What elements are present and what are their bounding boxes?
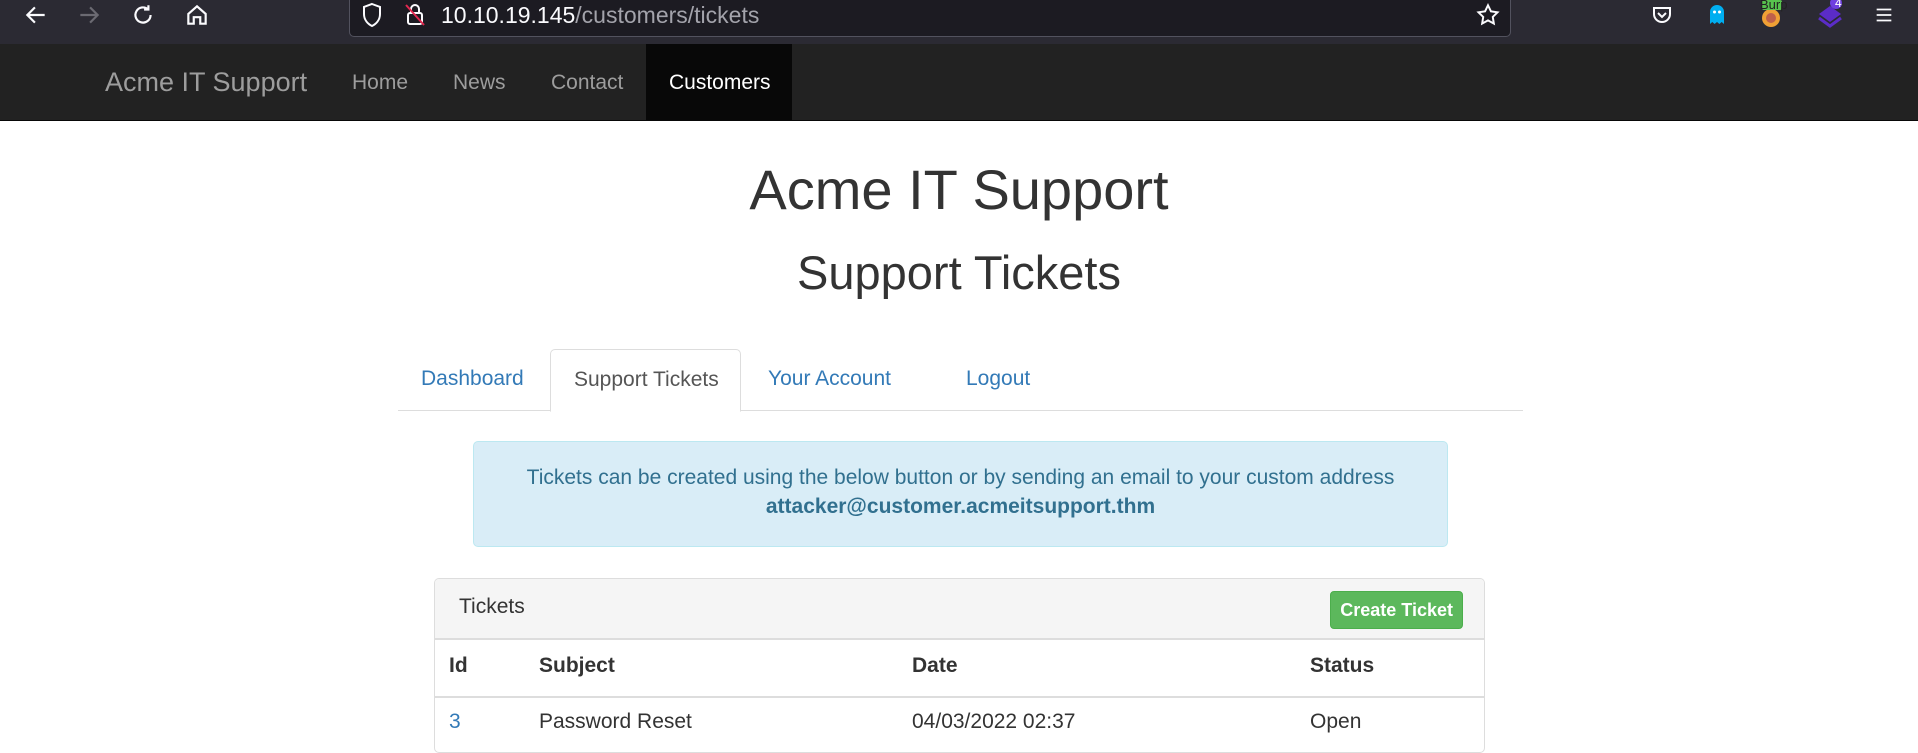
url-path: /customers/tickets — [575, 2, 760, 28]
bookmark-star-icon[interactable] — [1475, 2, 1501, 28]
forward-arrow-icon — [80, 6, 100, 24]
alert-text: Tickets can be created using the below b… — [526, 466, 1395, 489]
column-header-status: Status — [1310, 654, 1375, 677]
browser-toolbar: 10.10.19.145/customers/tickets Burp 4 — [0, 0, 1918, 44]
ticket-status: Open — [1310, 710, 1362, 733]
tickets-panel: Tickets Create Ticket Id Subject Date St… — [434, 578, 1485, 753]
pocket-button[interactable] — [1645, 0, 1679, 30]
column-header-date: Date — [912, 654, 958, 677]
hamburger-menu-icon — [1876, 8, 1892, 22]
app-menu-button[interactable] — [1867, 0, 1901, 30]
burp-button[interactable]: Burp — [1754, 0, 1788, 30]
nav-link-contact[interactable]: Contact — [528, 44, 646, 121]
column-header-id: Id — [449, 654, 468, 677]
reload-button[interactable] — [123, 0, 163, 30]
column-header-subject: Subject — [539, 654, 615, 677]
ticket-subject: Password Reset — [539, 710, 692, 733]
tab-dashboard[interactable]: Dashboard — [398, 349, 547, 411]
insecure-lock-icon[interactable] — [403, 2, 427, 28]
burp-badge: Burp — [1760, 0, 1788, 12]
home-icon — [187, 4, 207, 25]
create-ticket-button[interactable]: Create Ticket — [1330, 591, 1463, 629]
url-host: 10.10.19.145 — [441, 2, 576, 28]
url-bar[interactable]: 10.10.19.145/customers/tickets — [349, 0, 1511, 37]
page-subtitle: Support Tickets — [797, 246, 1121, 299]
tab-your-account[interactable]: Your Account — [745, 349, 914, 411]
ghostery-icon — [1710, 5, 1724, 24]
panel-title: Tickets — [459, 595, 525, 618]
site-navbar: Acme IT Support Home News Contact Custom… — [0, 44, 1918, 121]
url-text[interactable]: 10.10.19.145/customers/tickets — [441, 2, 759, 28]
table-divider — [435, 696, 1484, 698]
forward-button[interactable] — [69, 0, 109, 30]
ghostery-button[interactable] — [1700, 0, 1734, 30]
home-button[interactable] — [177, 0, 217, 30]
back-button[interactable] — [16, 0, 56, 30]
page-title: Acme IT Support — [749, 158, 1169, 221]
nav-link-customers[interactable]: Customers — [646, 44, 792, 121]
tab-support-tickets[interactable]: Support Tickets — [550, 349, 741, 412]
tab-logout[interactable]: Logout — [943, 349, 1053, 411]
pocket-icon — [1653, 7, 1671, 23]
ticket-date: 04/03/2022 02:37 — [912, 710, 1076, 733]
alert-email: attacker@customer.acmeitsupport.thm — [765, 495, 1156, 518]
reload-icon — [134, 5, 152, 24]
back-arrow-icon — [25, 6, 45, 24]
ticket-id-link[interactable]: 3 — [449, 710, 461, 734]
customer-tabs: Dashboard Support Tickets Your Account L… — [398, 349, 1523, 412]
shield-icon[interactable] — [360, 2, 384, 28]
nav-link-news[interactable]: News — [430, 44, 529, 121]
site-brand[interactable]: Acme IT Support — [105, 64, 307, 100]
extension-badge: 4 — [1835, 0, 1842, 10]
extension-button[interactable]: 4 — [1813, 0, 1847, 30]
nav-link-home[interactable]: Home — [329, 44, 431, 121]
info-alert: Tickets can be created using the below b… — [473, 441, 1448, 547]
panel-heading: Tickets Create Ticket — [435, 579, 1484, 640]
